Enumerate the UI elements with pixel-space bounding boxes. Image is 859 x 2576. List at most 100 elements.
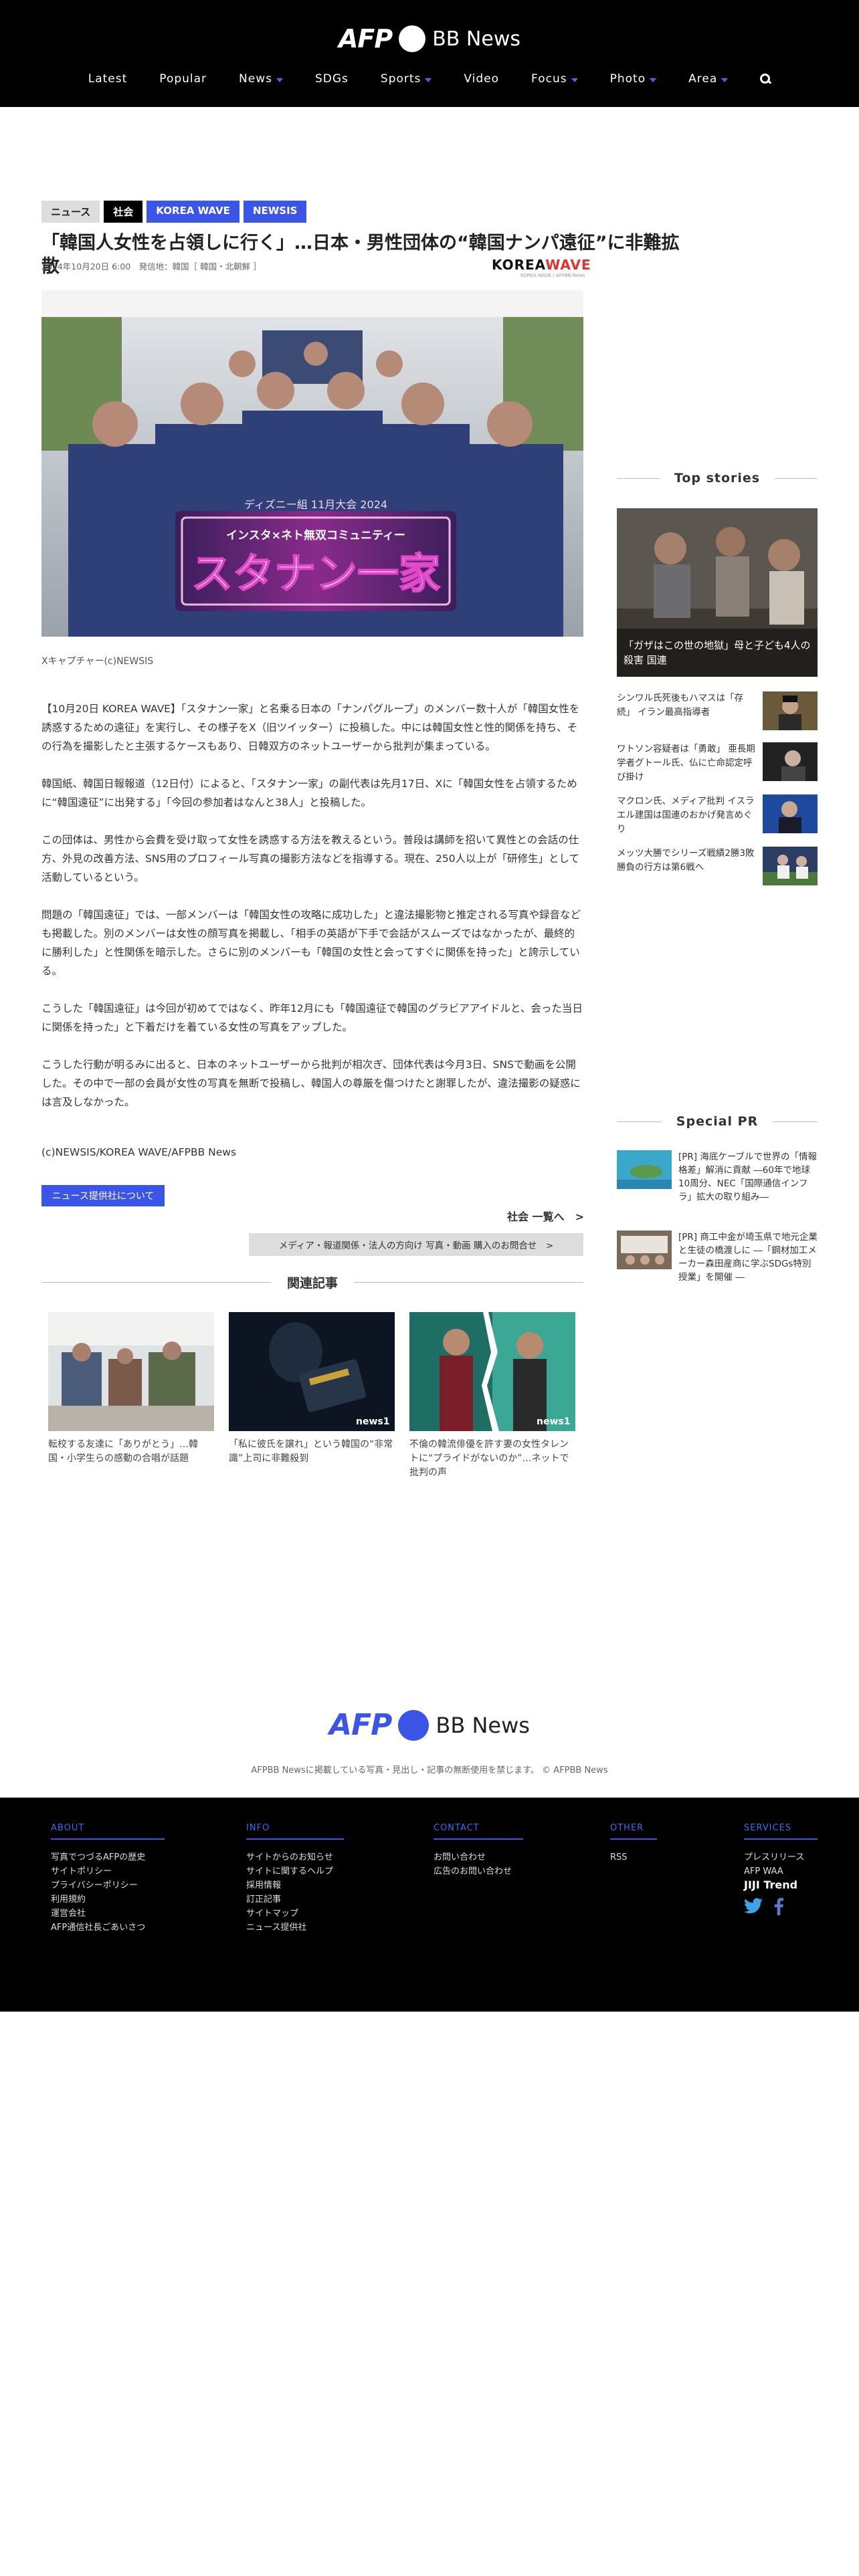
related-title[interactable]: 転校する友達に「ありがとう」…韓国・小学生らの感動の合唱が話題 bbox=[48, 1438, 214, 1466]
nav-video[interactable]: Video bbox=[448, 72, 515, 86]
top-story-main-title[interactable]: 「ガザはこの世の地獄」母と子ども4人の殺害 国連 bbox=[624, 638, 811, 667]
footer-col-info: INFO サイトからのお知らせ サイトに関するヘルプ 採用情報 訂正記事 サイト… bbox=[246, 1823, 344, 1935]
tag-korea-wave[interactable]: KOREA WAVE bbox=[147, 201, 240, 223]
nav-area[interactable]: Area bbox=[672, 72, 744, 86]
footer-link[interactable]: RSS bbox=[610, 1850, 657, 1864]
related-card[interactable]: news1 「私に彼氏を譲れ」という韓国の“非常識”上司に非難殺到 bbox=[229, 1312, 395, 1480]
footer-col-services: SERVICES プレスリリース AFP WAA JIJI Trend bbox=[744, 1823, 818, 1915]
footer-link[interactable]: 採用情報 bbox=[246, 1879, 344, 1893]
banner-main-text: スタナン一家 bbox=[191, 549, 440, 598]
top-stories-heading-text: Top stories bbox=[674, 471, 761, 486]
footer-link[interactable]: 訂正記事 bbox=[246, 1893, 344, 1907]
top-story-thumb[interactable] bbox=[763, 742, 818, 781]
nav-focus[interactable]: Focus bbox=[515, 72, 594, 86]
nav-latest[interactable]: Latest bbox=[72, 72, 144, 86]
nav-search[interactable] bbox=[744, 72, 787, 86]
logo-part: WAVE bbox=[545, 257, 591, 273]
site-logo[interactable]: AFP BB News bbox=[0, 24, 859, 53]
pr-item[interactable]: [PR] 海底ケーブルで世界の「情報格差」解消に貢献 ―60年で地球10周分、N… bbox=[617, 1150, 818, 1204]
top-story-thumb[interactable] bbox=[763, 794, 818, 833]
korea-wave-logo[interactable]: KOREAWAVE bbox=[492, 257, 591, 273]
portrait-photo bbox=[763, 742, 818, 781]
top-story-item[interactable]: メッツ大勝でシリーズ戦績2勝3敗 勝負の行方は第6戦へ bbox=[617, 847, 818, 885]
related-title[interactable]: 「私に彼氏を譲れ」という韓国の“非常識”上司に非難殺到 bbox=[229, 1438, 395, 1466]
train-group-photo: ディズニー組 11月大会 2024 インスタ×ネト無双コミュニティー スタナン一… bbox=[41, 290, 583, 637]
nav-label: Latest bbox=[88, 72, 128, 86]
news1-watermark: news1 bbox=[537, 1416, 570, 1427]
footer-col-head: SERVICES bbox=[744, 1823, 818, 1840]
news-provider-button[interactable]: ニュース提供社について bbox=[41, 1185, 165, 1206]
site-footer: ABOUT 写真でつづるAFPの歴史 サイトポリシー プライバシーポリシー 利用… bbox=[0, 1798, 859, 2012]
logo-part: KOREA bbox=[492, 257, 546, 273]
footer-col-head: ABOUT bbox=[51, 1823, 165, 1840]
footer-link[interactable]: お問い合わせ bbox=[434, 1850, 523, 1864]
nav-sdgs[interactable]: SDGs bbox=[299, 72, 365, 86]
footer-link[interactable]: AFP WAA bbox=[744, 1864, 818, 1879]
footer-link[interactable]: サイトからのお知らせ bbox=[246, 1850, 344, 1864]
chevron-down-icon bbox=[571, 78, 578, 82]
nav-label: Area bbox=[688, 72, 718, 86]
nav-label: Photo bbox=[609, 72, 646, 86]
nav-label: News bbox=[239, 72, 272, 86]
top-stories-heading: Top stories bbox=[617, 471, 818, 486]
pr-title[interactable]: [PR] 商工中金が埼玉県で地元企業と生徒の橋渡しに ―「鋼材加工メーカー森田産… bbox=[678, 1230, 818, 1284]
footer-link[interactable]: 写真でつづるAFPの歴史 bbox=[51, 1850, 165, 1864]
media-inquiry-link[interactable]: メディア・報道関係・法人の方向け 写真・動画 購入のお問合せ > bbox=[249, 1233, 583, 1256]
search-icon[interactable] bbox=[760, 74, 771, 84]
footer-link[interactable]: プライバシーポリシー bbox=[51, 1879, 165, 1893]
category-list-link[interactable]: 社会 一覧へ > bbox=[507, 1208, 584, 1224]
top-story-main[interactable]: 「ガザはこの世の地獄」母と子ども4人の殺害 国連 bbox=[617, 508, 818, 677]
related-thumb[interactable]: news1 bbox=[409, 1312, 575, 1431]
related-card[interactable]: 転校する友達に「ありがとう」…韓国・小学生らの感動の合唱が話題 bbox=[48, 1312, 214, 1480]
footer-link[interactable]: AFP通信社長ごあいさつ bbox=[51, 1921, 165, 1935]
nav-photo[interactable]: Photo bbox=[594, 72, 673, 86]
tag-society[interactable]: 社会 bbox=[104, 201, 143, 223]
special-pr-heading: Special PR bbox=[617, 1114, 818, 1129]
footer-link[interactable]: サイトポリシー bbox=[51, 1864, 165, 1879]
pr-item[interactable]: [PR] 商工中金が埼玉県で地元企業と生徒の橋渡しに ―「鋼材加工メーカー森田産… bbox=[617, 1230, 818, 1284]
footer-link[interactable]: プレスリリース bbox=[744, 1850, 818, 1864]
footer-link[interactable]: 利用規約 bbox=[51, 1893, 165, 1907]
top-story-item[interactable]: マクロン氏、メディア批判 イスラエル建国は国連のおかげ発言めぐり bbox=[617, 794, 818, 837]
footer-logo[interactable]: AFP BB News bbox=[0, 1708, 859, 1742]
paragraph: こうした「韓国遠征」は今回が初めてではなく、昨年12月にも「韓国遠征で韓国のグラ… bbox=[41, 1002, 583, 1033]
pr-thumb[interactable] bbox=[617, 1230, 672, 1269]
footer-link[interactable]: 広告のお問い合わせ bbox=[434, 1864, 523, 1879]
nav-news[interactable]: News bbox=[223, 72, 299, 86]
footer-link[interactable]: 運営会社 bbox=[51, 1907, 165, 1921]
related-thumb[interactable]: news1 bbox=[229, 1312, 395, 1431]
pr-title[interactable]: [PR] 海底ケーブルで世界の「情報格差」解消に貢献 ―60年で地球10周分、N… bbox=[678, 1150, 818, 1204]
top-story-title[interactable]: マクロン氏、メディア批判 イスラエル建国は国連のおかげ発言めぐり bbox=[617, 794, 756, 837]
tag-newsis[interactable]: NEWSIS bbox=[243, 201, 307, 223]
related-title[interactable]: 不倫の韓流俳優を許す妻の女性タレントに“プライドがないのか”…ネットで批判の声 bbox=[409, 1438, 575, 1480]
top-story-title[interactable]: シンワル氏死後もハマスは「存続」 イラン最高指導者 bbox=[617, 691, 756, 730]
footer-link[interactable]: サイトマップ bbox=[246, 1907, 344, 1921]
footer-link[interactable]: ニュース提供社 bbox=[246, 1921, 344, 1935]
divider bbox=[354, 1282, 584, 1283]
divider bbox=[773, 1121, 818, 1122]
jiji-trend-link[interactable]: JIJI Trend bbox=[744, 1879, 818, 1891]
top-story-thumb[interactable] bbox=[763, 847, 818, 885]
nav-popular[interactable]: Popular bbox=[143, 72, 223, 86]
footer-link[interactable]: サイトに関するヘルプ bbox=[246, 1864, 344, 1879]
footer-col-contact: CONTACT お問い合わせ 広告のお問い合わせ bbox=[434, 1823, 523, 1879]
logo-bbnews: BB News bbox=[432, 27, 520, 51]
related-card[interactable]: news1 不倫の韓流俳優を許す妻の女性タレントに“プライドがないのか”…ネット… bbox=[409, 1312, 575, 1480]
related-thumb[interactable] bbox=[48, 1312, 214, 1431]
top-story-title[interactable]: ワトソン容疑者は「勇敢」 亜長期学者グトール氏、仏に亡命認定呼び掛け bbox=[617, 742, 756, 784]
top-story-thumb[interactable] bbox=[763, 691, 818, 730]
news1-watermark: news1 bbox=[356, 1416, 389, 1427]
nav-label: Sports bbox=[380, 72, 421, 86]
twitter-icon[interactable] bbox=[744, 1898, 763, 1914]
pr-thumb[interactable] bbox=[617, 1150, 672, 1189]
facebook-icon[interactable] bbox=[773, 1898, 784, 1915]
social-links bbox=[744, 1898, 818, 1915]
nav-sports[interactable]: Sports bbox=[365, 72, 448, 86]
tag-news[interactable]: ニュース bbox=[41, 201, 100, 223]
korea-wave-logo-sub: KOREA WAVE / AFPBB News bbox=[520, 273, 585, 278]
related-articles: 転校する友達に「ありがとう」…韓国・小学生らの感動の合唱が話題 news1 「私… bbox=[48, 1312, 575, 1480]
top-story-title[interactable]: メッツ大勝でシリーズ戦績2勝3敗 勝負の行方は第6戦へ bbox=[617, 847, 756, 885]
special-pr-heading-text: Special PR bbox=[676, 1114, 759, 1129]
top-story-item[interactable]: シンワル氏死後もハマスは「存続」 イラン最高指導者 bbox=[617, 691, 818, 730]
top-story-item[interactable]: ワトソン容疑者は「勇敢」 亜長期学者グトール氏、仏に亡命認定呼び掛け bbox=[617, 742, 818, 784]
